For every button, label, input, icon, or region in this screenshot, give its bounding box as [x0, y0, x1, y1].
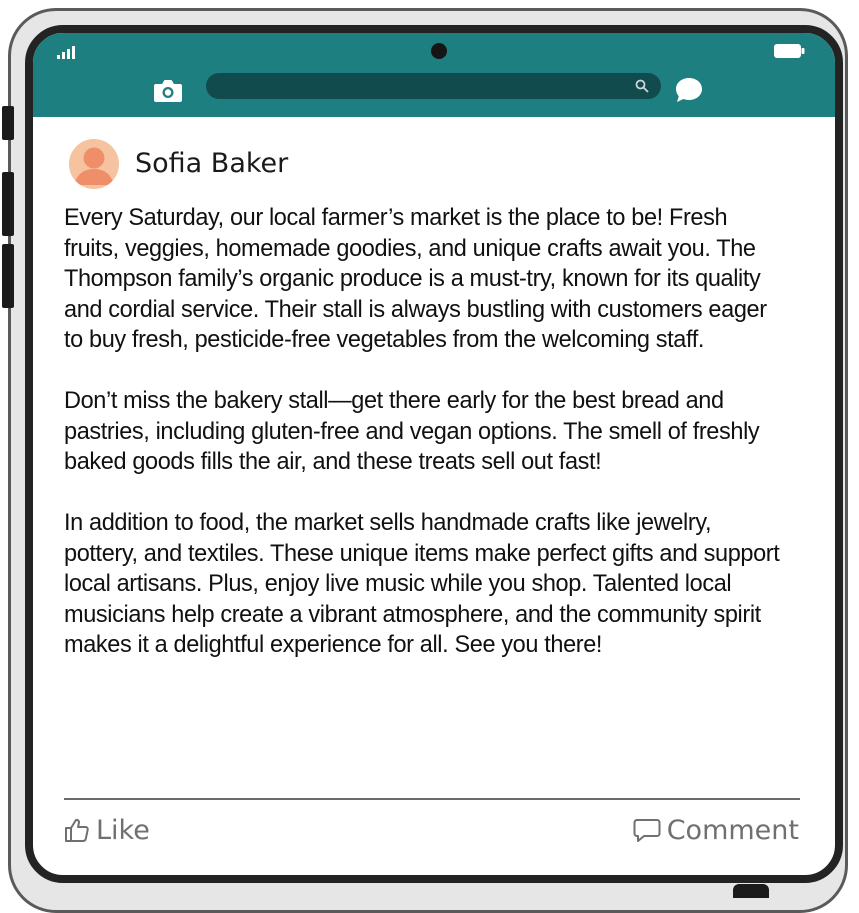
- divider: [64, 798, 800, 800]
- user-avatar-icon: [69, 139, 119, 189]
- side-button: [2, 172, 14, 236]
- post-paragraph: Don’t miss the bakery stall—get there ea…: [64, 387, 760, 475]
- front-camera: [431, 43, 447, 59]
- post-paragraph: Every Saturday, our local farmer’s marke…: [64, 204, 767, 353]
- app-top-bar: [33, 33, 835, 117]
- thumbs-up-icon: [65, 818, 89, 842]
- comment-button[interactable]: Comment: [633, 812, 799, 848]
- post-body: Every Saturday, our local farmer’s marke…: [64, 203, 786, 691]
- side-button: [2, 244, 14, 308]
- comment-bubble-icon: [633, 819, 661, 842]
- author-name[interactable]: Sofia Baker: [135, 147, 288, 181]
- chat-bubble-icon[interactable]: [674, 76, 704, 104]
- search-bar[interactable]: [206, 73, 661, 99]
- side-button: [2, 106, 14, 140]
- post-paragraph: In addition to food, the market sells ha…: [64, 509, 780, 658]
- signal-bars-icon: [57, 46, 75, 59]
- phone-screen: Sofia Baker Every Saturday, our local fa…: [25, 25, 843, 883]
- like-label: Like: [96, 814, 150, 846]
- comment-label: Comment: [666, 814, 799, 846]
- avatar[interactable]: [69, 139, 119, 189]
- search-icon[interactable]: [635, 79, 649, 93]
- bottom-button: [733, 884, 769, 898]
- battery-icon: [774, 44, 805, 58]
- camera-icon[interactable]: [153, 77, 183, 103]
- like-button[interactable]: Like: [64, 812, 150, 848]
